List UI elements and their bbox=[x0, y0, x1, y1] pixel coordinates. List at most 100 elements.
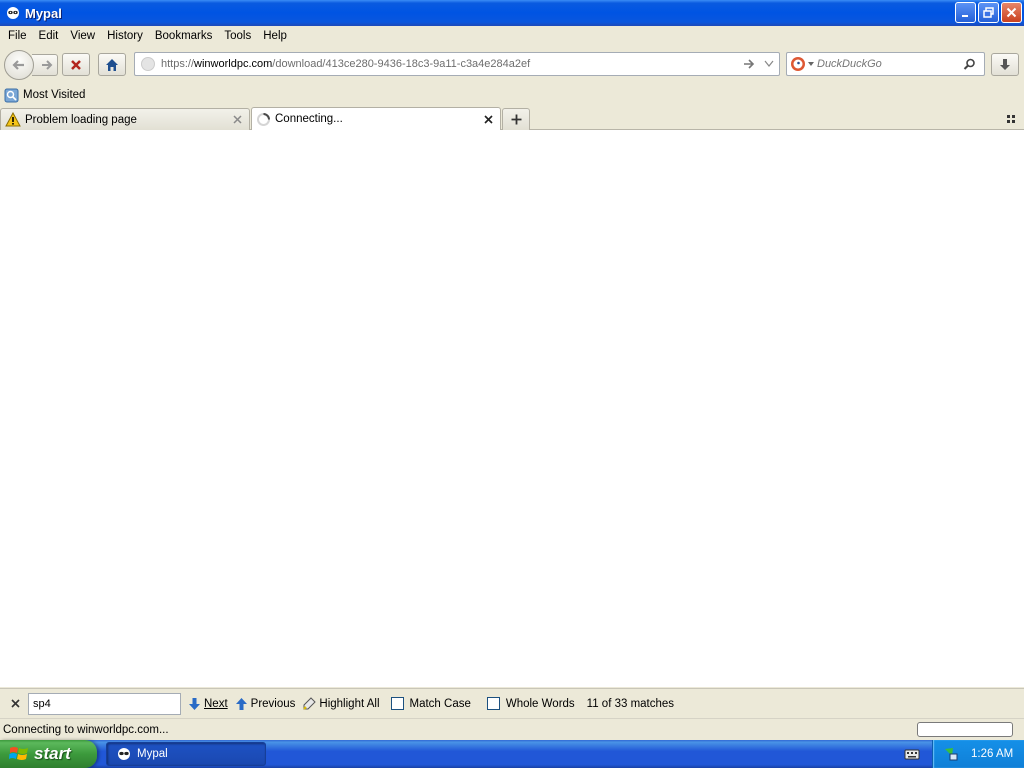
whole-words-checkbox[interactable]: Whole Words bbox=[486, 694, 575, 714]
site-identity-icon[interactable] bbox=[141, 57, 155, 71]
clock: 1:26 AM bbox=[971, 748, 1014, 760]
find-previous-label: Previous bbox=[250, 697, 296, 710]
close-findbar-button[interactable] bbox=[4, 693, 26, 715]
taskbar-item-mypal[interactable]: Mypal bbox=[106, 742, 266, 766]
url-prefix: https:// bbox=[161, 58, 195, 70]
grid-icon bbox=[1007, 115, 1015, 123]
loading-icon bbox=[257, 112, 270, 126]
window-titlebar[interactable]: Mypal bbox=[0, 0, 1024, 26]
arrow-up-icon bbox=[235, 697, 247, 710]
navigation-toolbar: https://winworldpc.com/download/413ce280… bbox=[0, 46, 1024, 82]
taskbar-item-label: Mypal bbox=[137, 748, 168, 760]
status-text: Connecting to winworldpc.com... bbox=[3, 723, 169, 736]
forward-button[interactable] bbox=[32, 54, 58, 76]
tab-strip: Problem loading page Connecting... bbox=[0, 106, 1024, 130]
search-icon bbox=[963, 58, 975, 70]
minimize-button[interactable] bbox=[955, 2, 976, 23]
close-window-button[interactable] bbox=[1001, 2, 1022, 23]
start-button[interactable]: start bbox=[0, 740, 97, 768]
url-bar[interactable]: https://winworldpc.com/download/413ce280… bbox=[134, 52, 780, 76]
go-button[interactable] bbox=[739, 58, 759, 70]
minimize-icon bbox=[961, 14, 968, 17]
menu-help[interactable]: Help bbox=[257, 26, 293, 46]
url-path: /download/413ce280-9436-18c3-9a11-c3a4e2… bbox=[272, 58, 531, 70]
system-tray: 1:26 AM bbox=[932, 740, 1024, 768]
tab-problem-loading[interactable]: Problem loading page bbox=[0, 108, 250, 130]
taskbar: start Mypal 1:26 AM bbox=[0, 740, 1024, 768]
find-previous-button[interactable]: Previous bbox=[235, 694, 296, 714]
restore-icon bbox=[983, 7, 994, 18]
stop-button[interactable] bbox=[62, 53, 90, 76]
highlight-all-button[interactable]: Highlight All bbox=[302, 694, 380, 714]
window-controls bbox=[955, 2, 1022, 23]
find-bar: Next Previous Highlight All Match Case W… bbox=[0, 688, 1024, 718]
dropdown-triangle-icon bbox=[808, 61, 814, 66]
find-input[interactable] bbox=[28, 692, 181, 715]
page-content[interactable] bbox=[0, 130, 1024, 687]
match-case-checkbox[interactable]: Match Case bbox=[390, 694, 471, 714]
search-submit-button[interactable] bbox=[957, 58, 981, 71]
start-label: start bbox=[34, 744, 71, 763]
close-tab-button[interactable] bbox=[482, 113, 494, 125]
go-arrow-icon bbox=[744, 59, 755, 69]
network-status-icon[interactable] bbox=[943, 746, 959, 762]
mypal-raccoon-icon bbox=[118, 748, 130, 760]
arrow-down-icon bbox=[189, 697, 200, 710]
arrow-left-icon bbox=[12, 60, 24, 70]
tab-connecting[interactable]: Connecting... bbox=[251, 107, 501, 130]
close-icon bbox=[10, 699, 20, 708]
highlight-all-label: Highlight All bbox=[319, 697, 380, 710]
new-tab-button[interactable] bbox=[502, 108, 530, 130]
downloads-button[interactable] bbox=[991, 53, 1019, 76]
find-next-label: Next bbox=[204, 697, 228, 710]
menu-file[interactable]: File bbox=[2, 26, 33, 46]
progress-meter bbox=[917, 722, 1013, 737]
close-tab-button[interactable] bbox=[231, 114, 243, 126]
window-title: Mypal bbox=[25, 5, 62, 21]
find-next-button[interactable]: Next bbox=[188, 694, 228, 714]
restore-button[interactable] bbox=[978, 2, 999, 23]
url-history-dropdown[interactable] bbox=[759, 60, 779, 68]
bookmark-label: Most Visited bbox=[23, 89, 86, 101]
menu-view[interactable]: View bbox=[64, 26, 101, 46]
close-icon bbox=[483, 114, 493, 124]
back-button[interactable] bbox=[4, 50, 34, 80]
home-icon bbox=[106, 58, 118, 71]
url-text[interactable]: https://winworldpc.com/download/413ce280… bbox=[161, 58, 739, 70]
whole-words-label: Whole Words bbox=[505, 697, 575, 710]
menu-history[interactable]: History bbox=[101, 26, 149, 46]
mypal-raccoon-icon bbox=[6, 6, 20, 20]
bookmark-most-visited[interactable]: Most Visited bbox=[4, 88, 85, 103]
menu-bookmarks[interactable]: Bookmarks bbox=[149, 26, 219, 46]
bookmarks-toolbar: Most Visited bbox=[0, 84, 1024, 106]
dropdown-triangle-icon bbox=[764, 60, 774, 67]
menu-tools[interactable]: Tools bbox=[218, 26, 257, 46]
download-arrow-icon bbox=[1000, 58, 1010, 70]
windows-logo-icon bbox=[9, 747, 28, 760]
find-match-status: 11 of 33 matches bbox=[586, 697, 675, 710]
list-all-tabs-button[interactable] bbox=[1006, 113, 1018, 125]
match-case-box[interactable] bbox=[390, 697, 404, 710]
menu-bar: File Edit View History Bookmarks Tools H… bbox=[0, 26, 1024, 46]
search-engine-selector[interactable] bbox=[787, 53, 817, 75]
tab-title: Problem loading page bbox=[25, 113, 137, 126]
match-case-label: Match Case bbox=[409, 697, 471, 710]
back-forward-group bbox=[4, 50, 60, 80]
duckduckgo-icon bbox=[791, 57, 805, 71]
search-bar[interactable] bbox=[786, 52, 985, 76]
tab-title: Connecting... bbox=[275, 113, 343, 125]
keyboard-layout-icon[interactable] bbox=[904, 746, 920, 762]
most-visited-folder-icon bbox=[4, 88, 19, 102]
home-button[interactable] bbox=[98, 53, 126, 76]
close-icon bbox=[1006, 7, 1017, 18]
url-host: winworldpc.com bbox=[194, 58, 273, 70]
highlighter-icon bbox=[303, 696, 317, 710]
search-input[interactable] bbox=[817, 58, 957, 70]
menu-edit[interactable]: Edit bbox=[33, 26, 65, 46]
plus-icon bbox=[511, 114, 521, 125]
stop-icon bbox=[71, 59, 81, 70]
close-icon bbox=[232, 115, 242, 124]
status-bar: Connecting to winworldpc.com... bbox=[0, 718, 1024, 740]
warning-icon bbox=[5, 112, 21, 127]
whole-words-box[interactable] bbox=[486, 697, 500, 710]
